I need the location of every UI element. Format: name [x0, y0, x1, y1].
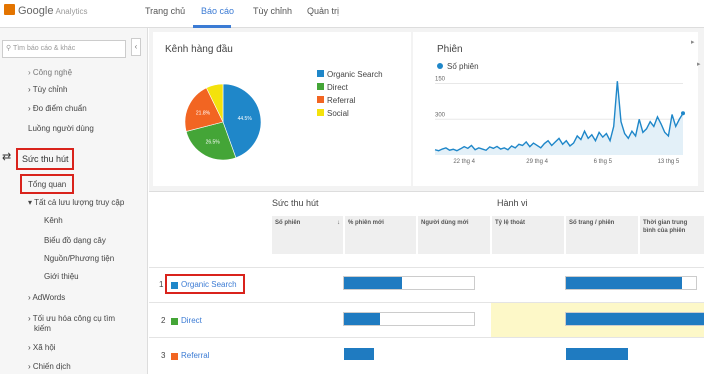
- sort-desc-icon[interactable]: ↓: [337, 219, 340, 227]
- collapse-sidebar-button[interactable]: ‹: [131, 38, 141, 56]
- sessions-chart: 300 150 22 thg 4 29 thg 4 6 thg 5 13 thg 5: [434, 77, 685, 165]
- acquisition-table: Sức thu hút Hành vi Số phiên ↓ % phiên m…: [149, 191, 704, 374]
- bar-fill: [566, 313, 704, 325]
- pages-per-session-bar: [565, 312, 704, 326]
- col-sessions[interactable]: Số phiên ↓: [271, 216, 343, 254]
- bar-fill: [344, 277, 402, 289]
- analytics-logo-icon: [4, 4, 15, 15]
- y-tick-label: 150: [435, 77, 446, 83]
- sidebar-item-seo-wrap: kiếm: [34, 324, 51, 333]
- sessions-legend-dot: [437, 63, 443, 69]
- col-new-sessions-pct[interactable]: % phiên mới: [344, 216, 416, 254]
- sidebar-item-source-medium[interactable]: Nguồn/Phương tiện: [44, 254, 114, 263]
- sidebar-item-campaigns[interactable]: › Chiến dịch: [28, 362, 71, 371]
- y-tick-label: 300: [435, 112, 446, 118]
- source-color-swatch: [171, 318, 178, 325]
- expand-icon[interactable]: ▸: [691, 38, 695, 46]
- search-icon: ⚲: [6, 45, 13, 52]
- col-pages-per-session[interactable]: Số trang / phiên: [565, 216, 638, 254]
- group-header-behavior: Hành vi: [497, 198, 528, 208]
- new-sessions-bar: [343, 347, 475, 361]
- x-tick-label: 6 thg 5: [594, 159, 613, 165]
- sessions-legend-label: Số phiên: [447, 62, 479, 71]
- sessions-legend: Số phiên: [437, 62, 479, 71]
- tab-reports[interactable]: Báo cáo: [201, 6, 234, 16]
- row-divider: [149, 302, 704, 303]
- highlight-overview: [20, 174, 74, 194]
- sessions-area: [435, 81, 683, 155]
- pages-per-session-bar: [565, 347, 697, 361]
- x-tick-label: 22 thg 4: [453, 159, 475, 165]
- sidebar-item-technology[interactable]: › Công nghệ: [28, 68, 72, 77]
- sidebar-item-all-traffic[interactable]: ▾ Tất cả lưu lượng truy cập: [28, 198, 124, 207]
- top-bar: Google Analytics Trang chủ Báo cáo Tùy ch…: [0, 0, 704, 28]
- search-placeholder: Tìm báo cáo & khác: [12, 45, 76, 52]
- legend-social: Social: [317, 109, 349, 118]
- highlight-acquisition: [16, 148, 74, 170]
- sidebar-item-referrals[interactable]: Giới thiệu: [44, 272, 79, 281]
- source-color-swatch: [171, 353, 178, 360]
- tab-admin[interactable]: Quản trị: [307, 6, 339, 16]
- sidebar-item-seo[interactable]: › Tối ưu hóa công cụ tìm: [28, 314, 115, 323]
- pie-slice-label: 44.5%: [238, 116, 253, 122]
- sidebar-item-treemaps[interactable]: Biểu đồ dạng cây: [44, 236, 106, 245]
- sidebar-item-channels[interactable]: Kênh: [44, 216, 63, 225]
- source-link-referral[interactable]: Referral: [181, 351, 209, 360]
- pages-per-session-bar: [565, 276, 697, 290]
- sessions-last-point[interactable]: [681, 111, 685, 116]
- top-channels-title: Kênh hàng đầu: [165, 44, 233, 55]
- sidebar-item-custom[interactable]: › Tùy chỉnh: [28, 85, 67, 94]
- bar-fill: [344, 313, 380, 325]
- col-bounce-rate[interactable]: Tỷ lệ thoát: [491, 216, 564, 254]
- sidebar-item-social[interactable]: › Xã hội: [28, 343, 56, 352]
- highlight-organic-search: [165, 274, 245, 294]
- swap-arrows-icon: ⇄: [2, 151, 12, 163]
- col-avg-session-duration[interactable]: Thời gian trung bình của phiên: [639, 216, 704, 254]
- report-search-input[interactable]: ⚲ Tìm báo cáo & khác: [2, 40, 126, 58]
- row-divider: [149, 337, 704, 338]
- bar-fill: [566, 277, 682, 289]
- x-tick-label: 29 thg 4: [526, 159, 548, 165]
- ga-logo[interactable]: Google Analytics: [4, 4, 88, 17]
- new-sessions-bar: [343, 312, 475, 326]
- legend-swatch-referral: [317, 96, 324, 103]
- bar-fill: [566, 348, 628, 360]
- tab-customization[interactable]: Tùy chỉnh: [253, 6, 292, 16]
- col-new-users[interactable]: Người dùng mới: [417, 216, 490, 254]
- source-link-direct[interactable]: Direct: [181, 316, 202, 325]
- legend-direct: Direct: [317, 83, 348, 92]
- row-divider: [149, 267, 704, 268]
- x-tick-label: 13 thg 5: [658, 159, 680, 165]
- legend-label-direct: Direct: [327, 83, 348, 92]
- top-channels-card: Kênh hàng đầu 44.5% 26.5% 21.8% Organic Se…: [153, 32, 411, 186]
- legend-swatch-social: [317, 109, 324, 116]
- legend-label-organic: Organic Search: [327, 70, 383, 79]
- sessions-title: Phiên: [437, 44, 463, 55]
- sessions-card: Phiên Số phiên 300 150 22 thg 4 29 thg 4 6 t…: [413, 32, 698, 186]
- sidebar-item-users-flow[interactable]: Luồng người dùng: [28, 124, 94, 133]
- legend-swatch-direct: [317, 83, 324, 90]
- sidebar: ⚲ Tìm báo cáo & khác ‹ › Công nghệ › Tùy…: [0, 28, 148, 374]
- legend-swatch-organic: [317, 70, 324, 77]
- row-number: 2: [161, 316, 166, 325]
- new-sessions-bar: [343, 276, 475, 290]
- more-icon[interactable]: ▸: [697, 60, 701, 68]
- row-number: 1: [159, 280, 164, 289]
- group-header-acquisition: Sức thu hút: [272, 198, 319, 208]
- logo-subtext: Analytics: [55, 7, 88, 16]
- legend-label-social: Social: [327, 109, 349, 118]
- col-sessions-label: Số phiên: [275, 220, 301, 226]
- sidebar-item-adwords[interactable]: › AdWords: [28, 293, 65, 302]
- pie-slice-label: 26.5%: [206, 139, 221, 145]
- tab-home[interactable]: Trang chủ: [145, 6, 185, 16]
- logo-text: Google: [18, 5, 54, 17]
- pie-slice-label: 21.8%: [196, 111, 211, 117]
- top-channels-pie: 44.5% 26.5% 21.8%: [184, 83, 262, 161]
- legend-label-referral: Referral: [327, 96, 356, 105]
- legend-referral: Referral: [317, 96, 355, 105]
- legend-organic-search: Organic Search: [317, 70, 383, 79]
- row-number: 3: [161, 351, 166, 360]
- bar-fill: [344, 348, 374, 360]
- sidebar-item-benchmarking[interactable]: › Đo điểm chuẩn: [28, 104, 87, 113]
